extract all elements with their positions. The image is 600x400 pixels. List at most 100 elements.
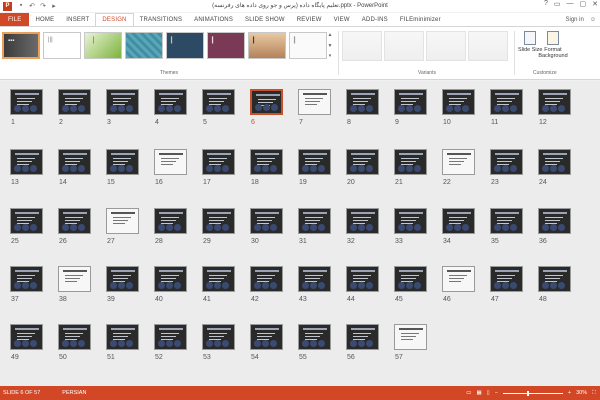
slide-thumbnail[interactable] xyxy=(298,89,331,115)
tab-file[interactable]: FILE xyxy=(0,13,30,26)
slide-thumbnail[interactable] xyxy=(106,89,139,115)
slide-thumbnail[interactable] xyxy=(58,149,91,175)
slide-thumbnail[interactable] xyxy=(106,324,139,350)
user-avatar-icon[interactable]: ☺ xyxy=(590,17,596,23)
undo-icon[interactable]: ↶ xyxy=(28,2,36,10)
slide-thumbnail[interactable] xyxy=(154,266,187,292)
slide-thumbnail[interactable] xyxy=(10,324,43,350)
slide-thumbnail[interactable] xyxy=(58,89,91,115)
slide-thumbnail[interactable] xyxy=(10,89,43,115)
zoom-out-icon[interactable]: − xyxy=(495,390,498,396)
theme-thumbnail[interactable] xyxy=(125,32,163,59)
slide-thumbnail[interactable] xyxy=(58,266,91,292)
help-button[interactable]: ? xyxy=(544,0,548,8)
reading-view-icon[interactable]: ▯ xyxy=(487,390,490,396)
theme-thumbnail[interactable]: ▪▪▪ xyxy=(2,32,40,59)
slide-thumbnail[interactable] xyxy=(490,266,523,292)
zoom-in-icon[interactable]: + xyxy=(568,390,571,396)
format-background-button[interactable]: Format Background xyxy=(538,31,568,59)
fit-to-window-icon[interactable]: ⛶ xyxy=(592,390,596,397)
slide-thumbnail[interactable] xyxy=(346,266,379,292)
variant-thumbnail[interactable] xyxy=(426,31,466,61)
slide-thumbnail[interactable] xyxy=(442,89,475,115)
slide-thumbnail[interactable] xyxy=(538,149,571,175)
tab-design[interactable]: DESIGN xyxy=(95,13,134,26)
close-button[interactable]: ✕ xyxy=(592,0,598,8)
tab-transitions[interactable]: TRANSITIONS xyxy=(134,13,189,26)
ribbon-display-options-button[interactable]: ▭ xyxy=(554,0,561,8)
slide-thumbnail[interactable] xyxy=(490,89,523,115)
slide-thumbnail[interactable] xyxy=(250,324,283,350)
slide-thumbnail[interactable] xyxy=(346,149,379,175)
tab-review[interactable]: REVIEW xyxy=(291,13,328,26)
slide-thumbnail[interactable] xyxy=(538,266,571,292)
start-from-beginning-icon[interactable]: ▸ xyxy=(50,2,58,10)
slide-thumbnail[interactable] xyxy=(442,149,475,175)
variant-thumbnail[interactable] xyxy=(342,31,382,61)
slide-thumbnail[interactable] xyxy=(442,266,475,292)
slide-thumbnail[interactable] xyxy=(250,89,283,115)
zoom-slider-thumb[interactable] xyxy=(526,390,529,396)
slide-thumbnail[interactable] xyxy=(394,324,427,350)
zoom-level[interactable]: 30% xyxy=(576,390,587,396)
language-indicator[interactable]: PERSIAN xyxy=(62,390,86,396)
slide-thumbnail[interactable] xyxy=(442,208,475,234)
slide-thumbnail[interactable] xyxy=(106,149,139,175)
slide-thumbnail[interactable] xyxy=(202,149,235,175)
slide-thumbnail[interactable] xyxy=(298,266,331,292)
slide-thumbnail[interactable] xyxy=(298,324,331,350)
slide-thumbnail[interactable] xyxy=(154,324,187,350)
variant-thumbnail[interactable] xyxy=(384,31,424,61)
slide-sorter-icon[interactable]: ▦ xyxy=(476,390,481,396)
slide-thumbnail[interactable] xyxy=(250,208,283,234)
slide-thumbnail[interactable] xyxy=(10,208,43,234)
slide-thumbnail[interactable] xyxy=(202,324,235,350)
tab-view[interactable]: VIEW xyxy=(328,13,356,26)
slide-thumbnail[interactable] xyxy=(154,208,187,234)
slide-thumbnail[interactable] xyxy=(298,149,331,175)
tab-fileminimizer[interactable]: FILEminimizer xyxy=(394,13,447,26)
theme-thumbnail[interactable]: ▎ xyxy=(166,32,204,59)
more-icon[interactable]: ▾ xyxy=(329,53,332,59)
slide-thumbnail[interactable] xyxy=(394,89,427,115)
slide-thumbnail[interactable] xyxy=(346,208,379,234)
slide-thumbnail[interactable] xyxy=(490,208,523,234)
slide-thumbnail[interactable] xyxy=(538,89,571,115)
zoom-slider[interactable] xyxy=(502,390,563,396)
slide-thumbnail[interactable] xyxy=(10,266,43,292)
slide-thumbnail[interactable] xyxy=(106,266,139,292)
theme-thumbnail[interactable]: ▎ xyxy=(248,32,286,59)
scroll-down-icon[interactable]: ▼ xyxy=(328,43,333,49)
tab-animations[interactable]: ANIMATIONS xyxy=(188,13,239,26)
slide-thumbnail[interactable] xyxy=(10,149,43,175)
theme-thumbnail[interactable]: ▕ xyxy=(84,32,122,59)
slide-thumbnail[interactable] xyxy=(394,149,427,175)
theme-thumbnail[interactable]: ▎ xyxy=(207,32,245,59)
slide-thumbnail[interactable] xyxy=(250,149,283,175)
tab-insert[interactable]: INSERT xyxy=(60,13,95,26)
tab-add-ins[interactable]: ADD-INS xyxy=(356,13,394,26)
minimize-button[interactable]: — xyxy=(567,0,574,8)
slide-thumbnail[interactable] xyxy=(106,208,139,234)
slide-thumbnail[interactable] xyxy=(490,149,523,175)
slide-thumbnail[interactable] xyxy=(298,208,331,234)
tab-home[interactable]: HOME xyxy=(29,13,60,26)
slide-thumbnail[interactable] xyxy=(346,89,379,115)
theme-thumbnail[interactable]: ||| xyxy=(43,32,81,59)
tab-slide-show[interactable]: SLIDE SHOW xyxy=(239,13,291,26)
slide-thumbnail[interactable] xyxy=(394,266,427,292)
slide-thumbnail[interactable] xyxy=(154,149,187,175)
scroll-up-icon[interactable]: ▲ xyxy=(328,32,333,38)
slide-thumbnail[interactable] xyxy=(202,266,235,292)
slide-thumbnail[interactable] xyxy=(394,208,427,234)
slide-thumbnail[interactable] xyxy=(58,208,91,234)
normal-view-icon[interactable]: ▭ xyxy=(466,390,471,396)
redo-icon[interactable]: ↷ xyxy=(39,2,47,10)
slide-thumbnail[interactable] xyxy=(154,89,187,115)
maximize-button[interactable]: ▢ xyxy=(580,0,587,8)
theme-thumbnail[interactable]: ▎ xyxy=(289,32,327,59)
slide-thumbnail[interactable] xyxy=(202,89,235,115)
slide-thumbnail[interactable] xyxy=(202,208,235,234)
slide-thumbnail[interactable] xyxy=(538,208,571,234)
slide-thumbnail[interactable] xyxy=(250,266,283,292)
